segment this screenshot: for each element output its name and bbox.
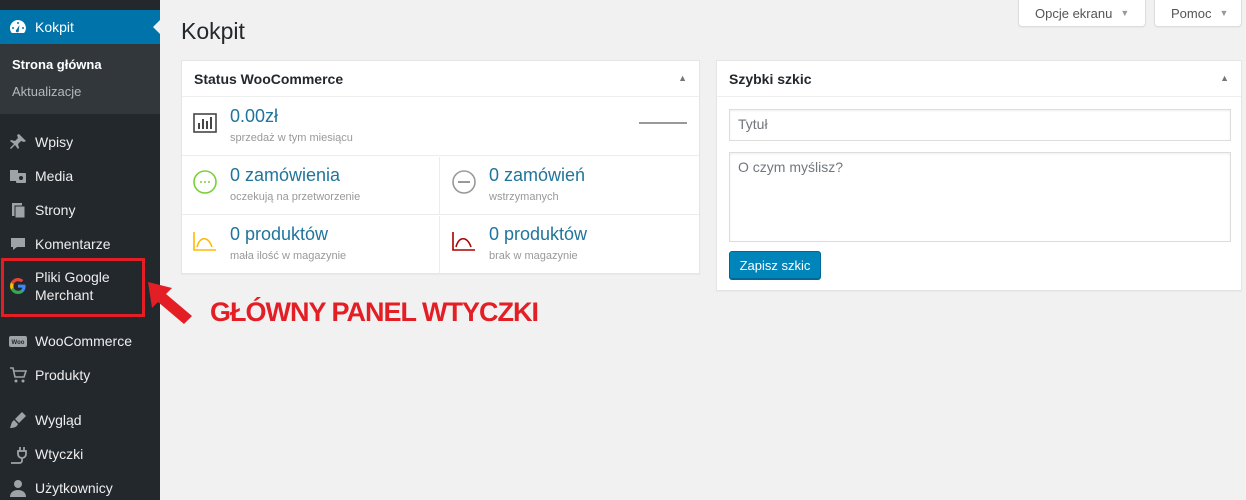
woocommerce-icon: Woo <box>0 331 35 351</box>
sidebar-item-label: Kokpit <box>35 19 74 35</box>
sidebar-item-label: Wtyczki <box>35 446 84 462</box>
draft-title-input[interactable]: Tytuł <box>729 109 1231 141</box>
svg-text:Woo: Woo <box>11 340 24 346</box>
collapse-toggle-icon[interactable]: ▲ <box>678 73 687 83</box>
pending-icon <box>193 170 217 194</box>
submenu-item-updates[interactable]: Aktualizacje <box>12 84 81 99</box>
sidebar-item-produkty[interactable]: Produkty <box>0 362 160 388</box>
out-of-stock-icon <box>452 232 475 251</box>
low-stock-label: mała ilość w magazynie <box>230 250 347 262</box>
help-label: Pomoc <box>1171 5 1212 21</box>
wc-low-stock-cell[interactable]: 0 produktów mała ilość w magazynie <box>182 216 440 274</box>
highlight-frame <box>1 258 145 317</box>
sidebar-item-uzytkownicy[interactable]: Użytkownicy <box>0 475 160 500</box>
wc-orders-row: 0 zamówienia oczekują na przetworzenie 0… <box>182 157 699 215</box>
screen-options-label: Opcje ekranu <box>1035 5 1113 21</box>
sidebar-item-label: Strony <box>35 202 76 218</box>
sidebar-item-label: Wpisy <box>35 134 74 150</box>
draft-content-textarea[interactable]: O czym myślisz? <box>729 152 1231 242</box>
media-icon <box>0 166 35 186</box>
collapse-toggle-icon[interactable]: ▲ <box>1220 73 1229 83</box>
sidebar-item-label: Wygląd <box>35 412 82 428</box>
on-hold-label: wstrzymanych <box>489 191 559 203</box>
pages-icon <box>0 200 35 220</box>
widget-header[interactable]: Szybki szkic ▲ <box>717 61 1241 97</box>
woocommerce-status-widget: Status WooCommerce ▲ 0.00zł sprzedaż w t… <box>181 60 700 274</box>
sidebar-item-label: Komentarze <box>35 236 111 252</box>
wc-sales-cell[interactable]: 0.00zł sprzedaż w tym miesiącu <box>182 98 699 155</box>
wc-sales-row[interactable]: 0.00zł sprzedaż w tym miesiącu <box>182 98 699 156</box>
sales-sparkline <box>639 122 687 124</box>
brush-icon <box>0 410 35 430</box>
save-draft-button[interactable]: Zapisz szkic <box>729 251 821 279</box>
dashboard-icon <box>0 17 35 37</box>
caret-down-icon: ▼ <box>1219 8 1229 18</box>
out-of-stock-label: brak w magazynie <box>489 250 578 262</box>
caret-down-icon: ▼ <box>1120 8 1130 18</box>
sidebar-item-media[interactable]: Media <box>0 163 160 189</box>
sidebar-item-wyglad[interactable]: Wygląd <box>0 407 160 433</box>
sidebar-item-wtyczki[interactable]: Wtyczki <box>0 441 160 467</box>
sidebar-item-strony[interactable]: Strony <box>0 197 160 223</box>
cart-icon <box>0 365 35 385</box>
sales-value: 0.00zł <box>230 106 279 126</box>
annotation-label: GŁÓWNY PANEL WTYCZKI <box>210 297 539 327</box>
sidebar-item-label: Media <box>35 168 74 184</box>
pin-icon <box>0 132 35 152</box>
submenu-item-home[interactable]: Strona główna <box>12 57 102 72</box>
page-title: Kokpit <box>181 18 245 44</box>
widget-header[interactable]: Status WooCommerce ▲ <box>182 61 699 97</box>
comment-icon <box>0 234 35 254</box>
quick-draft-widget: Szybki szkic ▲ Tytuł O czym myślisz? Zap… <box>716 60 1242 291</box>
sidebar-item-label: Użytkownicy <box>35 480 113 496</box>
bar-chart-icon <box>193 113 217 133</box>
sidebar-item-kokpit[interactable]: Kokpit <box>0 10 160 44</box>
on-hold-icon <box>452 170 476 194</box>
pending-label: oczekują na przetworzenie <box>230 191 361 203</box>
help-button[interactable]: Pomoc ▼ <box>1154 0 1242 27</box>
pending-value: 0 zamówienia <box>230 165 341 185</box>
user-icon <box>0 478 35 498</box>
admin-sidebar: Kokpit Strona główna Aktualizacje Wpisy … <box>0 0 160 500</box>
widget-title: Szybki szkic <box>729 70 812 87</box>
sidebar-item-komentarze[interactable]: Komentarze <box>0 231 160 257</box>
low-stock-icon <box>193 232 216 251</box>
sidebar-item-wpisy[interactable]: Wpisy <box>0 129 160 155</box>
sidebar-item-woocommerce[interactable]: Woo WooCommerce <box>0 328 160 354</box>
widget-title: Status WooCommerce <box>194 70 344 87</box>
sales-label: sprzedaż w tym miesiącu <box>230 132 353 144</box>
low-stock-value: 0 produktów <box>230 224 329 244</box>
sidebar-submenu: Strona główna Aktualizacje <box>0 44 160 114</box>
sidebar-item-label: Produkty <box>35 367 91 383</box>
wc-on-hold-cell[interactable]: 0 zamówień wstrzymanych <box>441 157 700 214</box>
wc-stock-row: 0 produktów mała ilość w magazynie 0 pro… <box>182 216 699 274</box>
wc-out-of-stock-cell[interactable]: 0 produktów brak w magazynie <box>441 216 700 274</box>
wc-pending-cell[interactable]: 0 zamówienia oczekują na przetworzenie <box>182 157 440 214</box>
out-of-stock-value: 0 produktów <box>489 224 588 244</box>
annotation-arrow-icon <box>148 282 192 324</box>
sidebar-item-label: WooCommerce <box>35 333 132 349</box>
on-hold-value: 0 zamówień <box>489 165 586 185</box>
plug-icon <box>0 444 35 464</box>
screen-options-button[interactable]: Opcje ekranu ▼ <box>1018 0 1146 27</box>
